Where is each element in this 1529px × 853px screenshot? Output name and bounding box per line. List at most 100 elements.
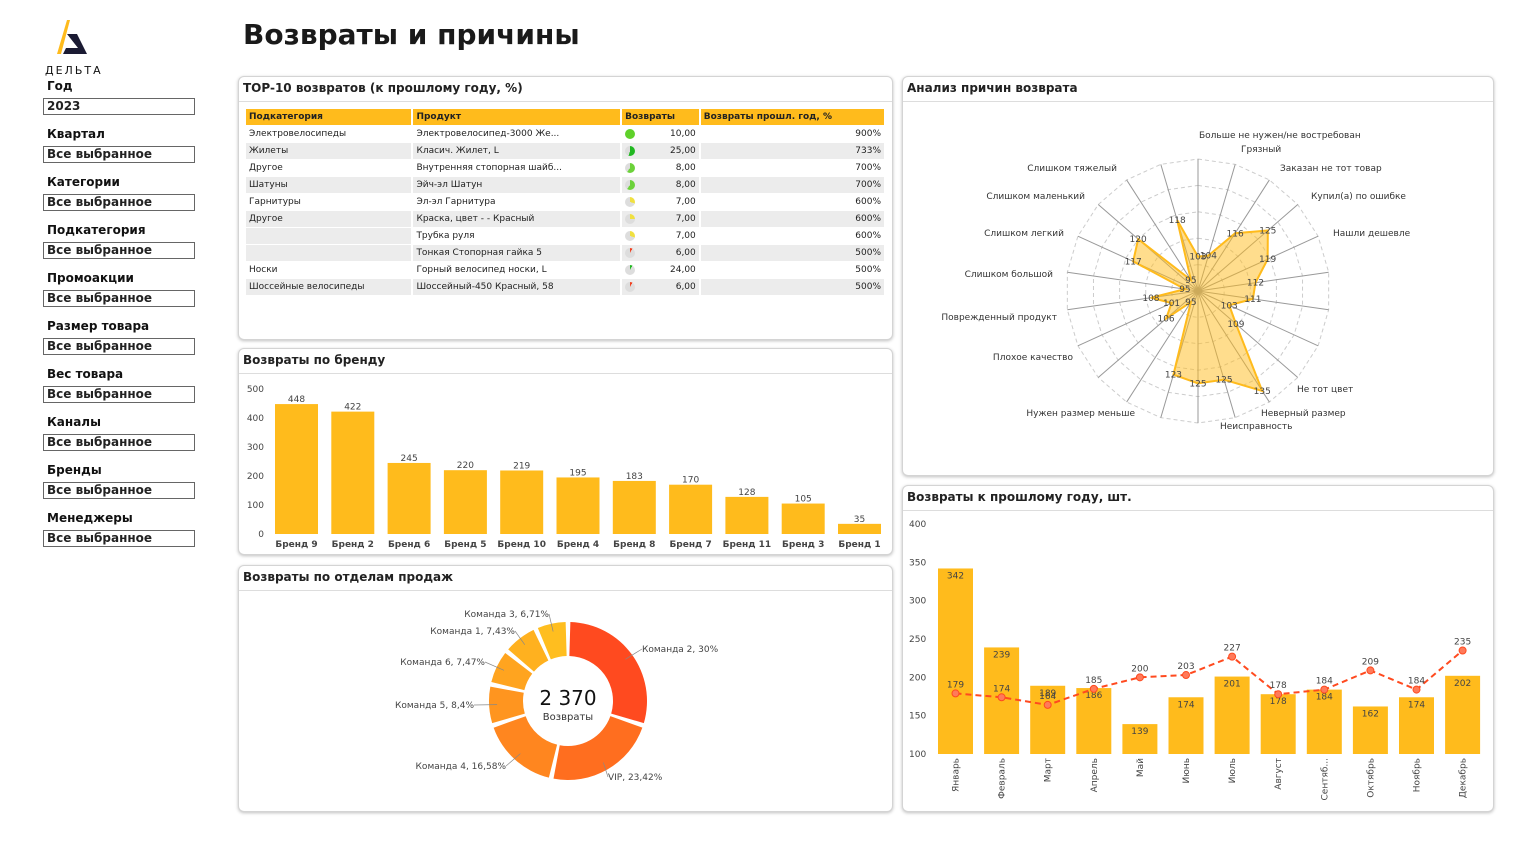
line-point[interactable] <box>1412 685 1421 694</box>
filter-label: Размер товара <box>47 319 150 333</box>
col-header-subcategory[interactable]: Подкатегория <box>246 109 414 125</box>
table-row[interactable]: Шоссейные велосипеды Шоссейный-450 Красн… <box>246 277 887 295</box>
cell-prev-pct: 600% <box>699 226 887 244</box>
kpi-ring-icon <box>625 145 636 156</box>
filter-input[interactable]: Все выбранное <box>43 338 195 355</box>
cell-returns: 7,00 <box>621 192 701 210</box>
table-row[interactable]: Другое Краска, цвет - - Красный 7,00 600… <box>246 209 887 227</box>
bar[interactable] <box>387 462 431 534</box>
bar[interactable] <box>838 523 881 534</box>
col-header-returns[interactable]: Возвраты <box>621 109 701 125</box>
table-row[interactable]: Другое Внутренняя стопорная шайб... 8,00… <box>246 158 887 176</box>
filter-input[interactable]: Все выбранное <box>43 386 195 403</box>
radar-value-label: 119 <box>1259 255 1276 265</box>
bar[interactable] <box>331 411 375 534</box>
line-point[interactable] <box>951 689 960 698</box>
data-label: 220 <box>457 461 474 471</box>
bar[interactable] <box>781 503 825 534</box>
x-tick-label: Бренд 11 <box>723 540 772 550</box>
filter-input[interactable]: 2023 <box>43 98 195 115</box>
line-data-label: 179 <box>947 680 964 690</box>
filter-input[interactable]: Все выбранное <box>43 482 195 499</box>
radar-axis-label: Нашли дешевле <box>1333 229 1411 239</box>
filter-label: Каналы <box>47 415 101 429</box>
bar[interactable] <box>669 484 713 534</box>
x-tick-label: Ноябрь <box>1413 758 1423 792</box>
line-point[interactable] <box>1135 673 1144 682</box>
y-tick-label: 500 <box>247 385 264 395</box>
radar-axis-label: Неисправность <box>1220 422 1293 432</box>
radar-axis-label: Поврежденный продукт <box>941 313 1057 323</box>
cell-subcategory: Другое <box>246 209 414 227</box>
kpi-ring-icon <box>625 162 636 173</box>
radar-value-label: 108 <box>1142 294 1159 304</box>
cell-product: Тонкая Стопорная гайка 5 <box>412 243 623 261</box>
line-point[interactable] <box>1182 671 1190 680</box>
bar[interactable] <box>443 470 487 534</box>
bar[interactable] <box>275 404 318 534</box>
slice-label: Команда 4, 16,58% <box>416 762 507 772</box>
table-row[interactable]: Электровелосипеды Электровелосипед-3000 … <box>246 124 887 142</box>
donut-slice[interactable] <box>553 716 643 780</box>
line-point[interactable] <box>1320 685 1329 694</box>
line-point[interactable] <box>1458 646 1467 655</box>
table-row[interactable]: Носки Горный велосипед носки, L 24,00 50… <box>246 260 887 278</box>
filter-input[interactable]: Все выбранное <box>43 242 195 259</box>
radar-value-label: 109 <box>1227 320 1244 330</box>
x-tick-label: Бренд 10 <box>497 540 546 550</box>
y-tick-label: 400 <box>909 520 926 530</box>
cell-product: Шоссейный-450 Красный, 58 <box>412 277 623 295</box>
slice-label: Команда 1, 7,43% <box>430 627 515 637</box>
y-tick-label: 200 <box>247 472 264 482</box>
table-row[interactable]: Шатуны Эйч-эл Шатун 8,00 700% <box>246 175 887 193</box>
cell-prev-pct: 500% <box>699 243 887 261</box>
line-point[interactable] <box>1228 652 1237 661</box>
bar[interactable] <box>725 496 769 534</box>
filter-input[interactable]: Все выбранное <box>43 290 195 307</box>
cell-product: Электровелосипед-3000 Же... <box>412 124 623 142</box>
filter-label: Год <box>47 79 73 93</box>
bar[interactable] <box>938 568 973 754</box>
line-point[interactable] <box>1274 690 1283 699</box>
filter-input[interactable]: Все выбранное <box>43 194 195 211</box>
bar[interactable] <box>612 480 656 534</box>
cell-returns: 8,00 <box>621 158 701 176</box>
x-tick-label: Май <box>1136 758 1146 777</box>
panel-title: Анализ причин возврата <box>907 81 1078 95</box>
sales-dept-panel: Возвраты по отделам продаж Команда 2, 30… <box>238 565 893 812</box>
table-row[interactable]: Тонкая Стопорная гайка 5 6,00 500% <box>246 243 887 261</box>
col-header-product[interactable]: Продукт <box>412 109 623 125</box>
filter-input[interactable]: Все выбранное <box>43 530 195 547</box>
line-point[interactable] <box>997 693 1006 702</box>
data-label: 105 <box>795 495 812 505</box>
bar[interactable] <box>556 477 600 534</box>
logo: ДЕЛЬТА <box>45 16 105 77</box>
table-row[interactable]: Трубка руля 7,00 600% <box>246 226 887 244</box>
bar-data-label: 342 <box>947 571 964 581</box>
table-row[interactable]: Жилеты Класич. Жилет, L 25,00 733% <box>246 141 887 159</box>
y-tick-label: 350 <box>909 558 926 568</box>
bar[interactable] <box>500 470 544 534</box>
line-point[interactable] <box>1366 666 1375 675</box>
radar-value-label: 123 <box>1165 371 1182 381</box>
cell-prev-pct: 700% <box>699 175 887 193</box>
line-data-label: 200 <box>1131 664 1148 674</box>
x-tick-label: Бренд 6 <box>388 540 430 550</box>
data-label: 183 <box>626 472 643 482</box>
line-point[interactable] <box>1043 700 1052 709</box>
col-header-prev-pct[interactable]: Возвраты прошл. год, % <box>699 109 887 125</box>
monthly-combo-chart: 100 150 200 250 300 350 400 342 Январь 239 Февраль… <box>909 520 1481 801</box>
filter-input[interactable]: Все выбранное <box>43 434 195 451</box>
radar-area[interactable] <box>1132 219 1269 393</box>
y-tick-label: 100 <box>909 750 926 760</box>
x-tick-label: Август <box>1274 758 1284 790</box>
slice-label: Команда 6, 7,47% <box>400 658 485 668</box>
table-row[interactable]: Гарнитуры Эл-эл Гарнитура 7,00 600% <box>246 192 887 210</box>
cell-subcategory <box>246 226 414 244</box>
data-label: 128 <box>738 488 755 498</box>
radar-value-label: 95 <box>1179 285 1190 295</box>
filter-label: Менеджеры <box>47 511 133 525</box>
kpi-ring-icon <box>625 196 636 207</box>
line-point[interactable] <box>1089 684 1098 693</box>
filter-input[interactable]: Все выбранное <box>43 146 195 163</box>
